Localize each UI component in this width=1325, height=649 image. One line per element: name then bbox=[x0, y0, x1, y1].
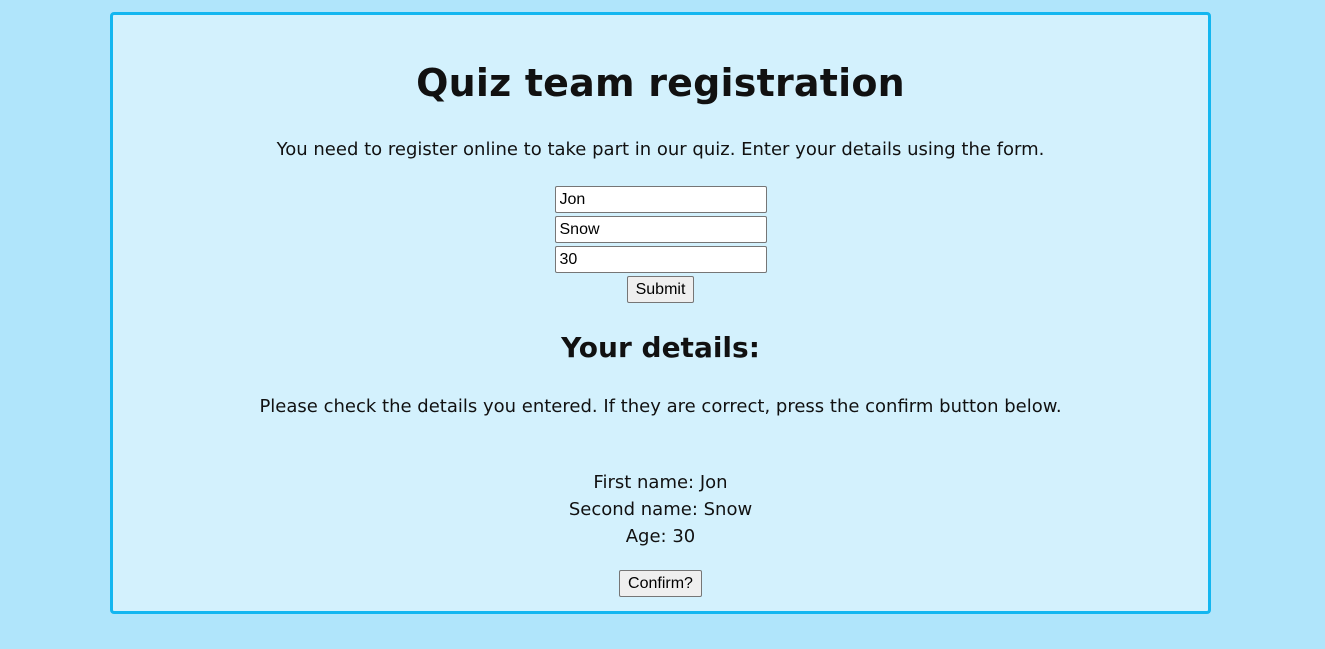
confirm-button[interactable]: Confirm? bbox=[619, 570, 702, 597]
submit-button[interactable]: Submit bbox=[626, 276, 695, 303]
age-detail: Age: 30 bbox=[625, 526, 696, 547]
intro-text: You need to register online to take part… bbox=[276, 139, 1045, 160]
registration-panel: Quiz team registration You need to regis… bbox=[110, 12, 1211, 614]
confirm-area: Confirm? bbox=[113, 570, 1208, 597]
second-name-detail: Second name: Snow bbox=[568, 499, 753, 520]
first-name-input[interactable] bbox=[554, 186, 767, 213]
entered-details: First name: Jon Second name: Snow Age: 3… bbox=[113, 469, 1208, 550]
second-name-input[interactable] bbox=[554, 216, 767, 243]
first-name-detail: First name: Jon bbox=[593, 472, 728, 493]
registration-form: Submit bbox=[113, 186, 1208, 303]
details-heading: Your details: bbox=[561, 331, 760, 364]
page-title: Quiz team registration bbox=[416, 61, 905, 105]
age-input[interactable] bbox=[554, 246, 767, 273]
details-instructions: Please check the details you entered. If… bbox=[259, 396, 1062, 417]
